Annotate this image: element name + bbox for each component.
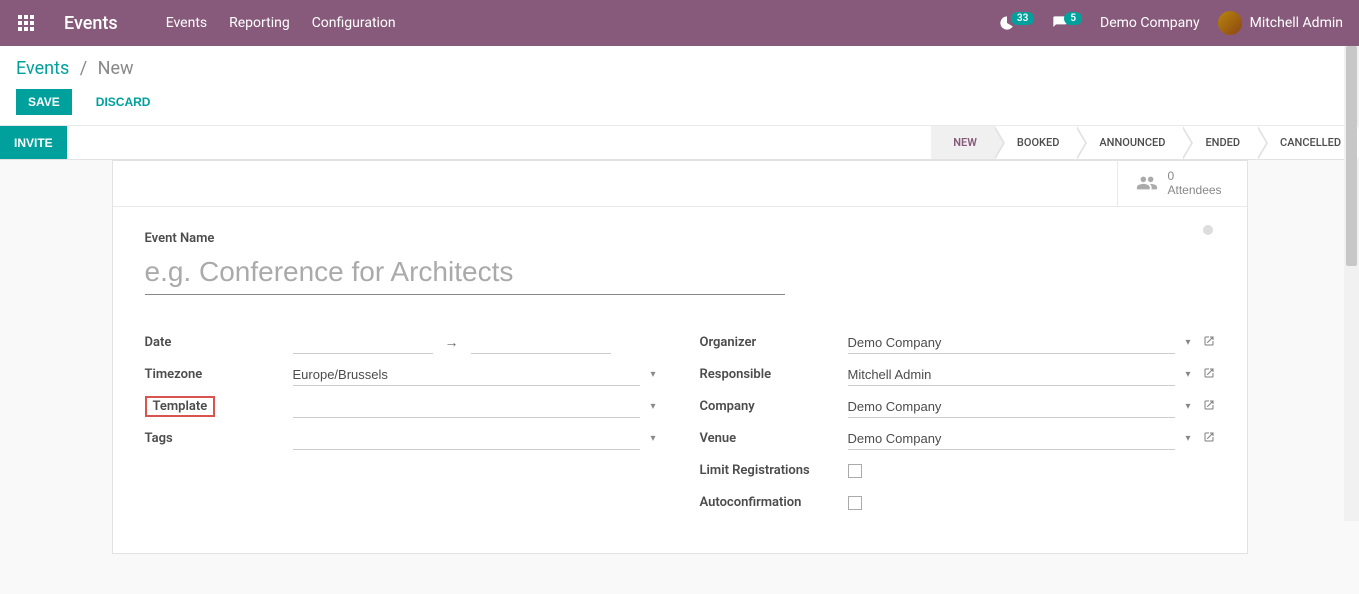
external-link-icon[interactable] [1203,431,1215,447]
chevron-down-icon[interactable]: ▾ [1181,401,1194,412]
responsible-label: Responsible [700,367,848,382]
external-link-icon[interactable] [1203,367,1215,383]
form-right-column: Organizer ▾ Responsible ▾ [700,329,1215,521]
status-bar: INVITE NEW BOOKED ANNOUNCED ENDED CANCEL… [0,126,1359,160]
sheet-background: 0 Attendees Event Name Date → [0,160,1359,594]
form-sheet: 0 Attendees Event Name Date → [112,160,1248,554]
user-name: Mitchell Admin [1250,15,1343,31]
status-step-ended[interactable]: ENDED [1183,126,1258,159]
save-button[interactable]: SAVE [16,89,72,115]
scrollbar[interactable] [1344,46,1359,521]
button-box: 0 Attendees [113,161,1247,207]
limit-registrations-label: Limit Registrations [700,463,848,478]
status-step-announced[interactable]: ANNOUNCED [1077,126,1183,159]
discard-button[interactable]: DISCARD [84,89,163,115]
template-highlight: Template [145,396,216,417]
users-icon [1136,172,1158,194]
venue-input[interactable] [848,428,1176,450]
messages-badge: 5 [1064,12,1082,25]
template-label: Template [145,396,293,417]
timezone-input[interactable] [293,364,641,386]
messages-icon[interactable]: 5 [1052,15,1082,31]
activity-icon[interactable]: 33 [999,15,1034,31]
limit-registrations-checkbox[interactable] [848,464,862,478]
organizer-label: Organizer [700,335,848,350]
organizer-input[interactable] [848,332,1176,354]
attendees-label: Attendees [1168,183,1222,197]
attendees-button[interactable]: 0 Attendees [1117,161,1247,206]
scrollbar-thumb[interactable] [1346,46,1357,266]
main-menu: Events Reporting Configuration [166,15,396,31]
menu-reporting[interactable]: Reporting [229,15,290,31]
chevron-down-icon[interactable]: ▾ [1181,337,1194,348]
kanban-state-dot[interactable] [1203,225,1213,235]
activity-badge: 33 [1011,12,1034,25]
avatar [1218,11,1242,35]
responsible-input[interactable] [848,364,1176,386]
event-name-input[interactable] [145,252,785,295]
chevron-down-icon[interactable]: ▾ [646,401,659,412]
tags-input[interactable] [293,428,641,450]
breadcrumb-sep: / [80,58,87,79]
chevron-down-icon[interactable]: ▾ [1181,433,1194,444]
template-input[interactable] [293,396,641,418]
menu-events[interactable]: Events [166,15,207,31]
breadcrumb-root[interactable]: Events [16,58,69,79]
arrow-right-icon: → [445,334,459,351]
timezone-label: Timezone [145,367,293,382]
user-menu[interactable]: Mitchell Admin [1218,11,1343,35]
company-label: Company [700,399,848,414]
chevron-down-icon[interactable]: ▾ [646,369,659,380]
form-left-column: Date → Timezone ▾ [145,329,660,521]
autoconfirmation-checkbox[interactable] [848,496,862,510]
company-switcher[interactable]: Demo Company [1100,15,1200,31]
chevron-down-icon[interactable]: ▾ [1181,369,1194,380]
app-brand[interactable]: Events [64,13,118,34]
autoconfirmation-label: Autoconfirmation [700,495,848,510]
venue-label: Venue [700,431,848,446]
apps-icon[interactable] [16,13,36,33]
attendees-count: 0 [1168,169,1175,183]
invite-button[interactable]: INVITE [0,126,67,159]
date-end-input[interactable] [471,332,611,354]
status-step-booked[interactable]: BOOKED [995,126,1077,159]
top-nav: Events Events Reporting Configuration 33… [0,0,1359,46]
event-name-label: Event Name [145,231,1215,246]
status-steps: NEW BOOKED ANNOUNCED ENDED CANCELLED [931,126,1359,159]
date-label: Date [145,335,293,350]
date-start-input[interactable] [293,332,433,354]
company-input[interactable] [848,396,1176,418]
external-link-icon[interactable] [1203,335,1215,351]
external-link-icon[interactable] [1203,399,1215,415]
breadcrumb-current: New [98,58,134,79]
tags-label: Tags [145,431,293,446]
breadcrumb: Events / New [16,58,1343,79]
control-panel: Events / New SAVE DISCARD [0,46,1359,126]
menu-configuration[interactable]: Configuration [312,15,396,31]
chevron-down-icon[interactable]: ▾ [646,433,659,444]
status-step-new[interactable]: NEW [931,126,995,159]
